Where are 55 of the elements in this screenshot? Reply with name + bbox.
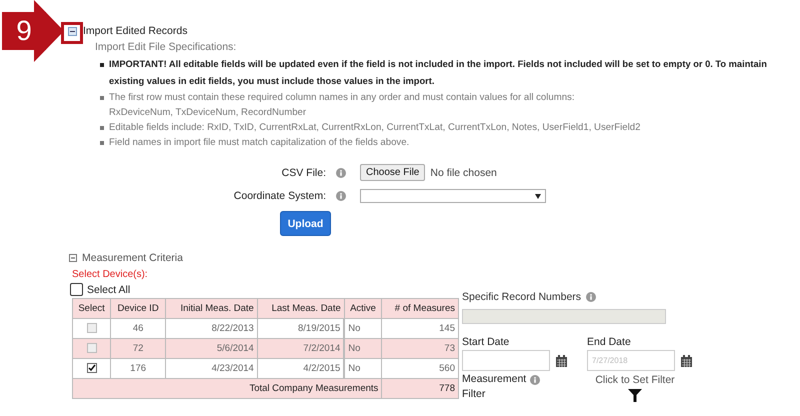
end-date-field[interactable]: 7/27/2018 — [587, 350, 675, 371]
instruction-text: Editable fields include: RxID, TxID, CurrentRxLat, CurrentRxLon, CurrentTxLat, CurrentTxLon, Notes, UserField1, UserField2 — [109, 121, 640, 135]
table-cell: No — [344, 338, 382, 358]
table-cell: 72 — [110, 338, 166, 358]
field-label: Measurement Filter — [462, 372, 528, 402]
collapse-icon[interactable] — [69, 254, 77, 262]
calendar-icon[interactable] — [681, 354, 692, 366]
start-date-field[interactable] — [462, 350, 550, 371]
checkbox[interactable] — [70, 283, 83, 296]
collapse-icon[interactable] — [68, 26, 77, 36]
checkbox-label: Select All — [87, 284, 130, 296]
instruction-text: Field names in import file must match capitalization of the fields above. — [109, 136, 410, 150]
calendar-icon[interactable] — [556, 354, 567, 366]
total-label-cell: Total Company Measurements — [72, 378, 382, 398]
field-label: Specific Record Numbers — [462, 291, 582, 303]
instruction-text: RxDeviceNum, TxDeviceNum, RecordNumber — [109, 106, 308, 120]
section-title: Import Edited Records — [83, 25, 188, 37]
column-header: Select — [72, 298, 111, 318]
column-header: Initial Meas. Date — [166, 298, 258, 318]
row-checkbox[interactable] — [86, 363, 97, 374]
filter-icon[interactable] — [628, 389, 642, 402]
choose-file-button[interactable]: Choose File — [360, 164, 426, 181]
set-filter-text: Click to Set Filter — [595, 374, 675, 386]
bullet-icon — [100, 96, 104, 100]
row-checkbox[interactable] — [86, 343, 97, 354]
total-value-cell: 778 — [382, 378, 458, 398]
info-icon[interactable] — [586, 292, 596, 302]
info-icon[interactable] — [336, 191, 346, 201]
field-label: CSV File: — [280, 166, 326, 178]
column-header: # of Measures — [382, 298, 458, 318]
instruction-text: IMPORTANT! All editable fields will be updated even if the field is not included in the import. Fields not included will be set to empty or 0. To maintain existing values in edit fields, you must include those values in the import. — [109, 58, 768, 88]
instruction-text: The first row must contain these required column names in any order and must contain values for all columns: — [109, 91, 575, 105]
callout-arrow-icon — [34, 0, 64, 62]
select-devices-label: Select Device(s): — [72, 269, 149, 280]
info-icon[interactable] — [336, 168, 346, 178]
upload-button[interactable]: Upload — [280, 211, 331, 236]
field-label: End Date — [587, 336, 632, 348]
column-header: Last Meas. Date — [257, 298, 344, 318]
section-title: Measurement Criteria — [82, 252, 183, 264]
column-header: Device ID — [110, 298, 166, 318]
bullet-icon — [100, 126, 104, 130]
row-checkbox[interactable] — [86, 323, 97, 334]
table-cell: 5/6/2014 — [166, 338, 258, 358]
caret-icon — [535, 194, 541, 198]
field-label: Start Date — [462, 336, 510, 348]
column-header: Active — [344, 298, 382, 318]
info-icon[interactable] — [530, 375, 540, 385]
table-cell: 7/2/2014 — [257, 338, 344, 358]
coordinate-system-dropdown[interactable] — [360, 189, 546, 203]
bullet-icon — [100, 141, 104, 145]
table-cell: 73 — [382, 338, 458, 358]
field-label: Coordinate System: — [232, 190, 326, 202]
file-status: No file chosen — [430, 166, 497, 178]
bullet-icon — [100, 63, 104, 67]
specifications-heading: Import Edit File Specifications: — [95, 41, 238, 53]
